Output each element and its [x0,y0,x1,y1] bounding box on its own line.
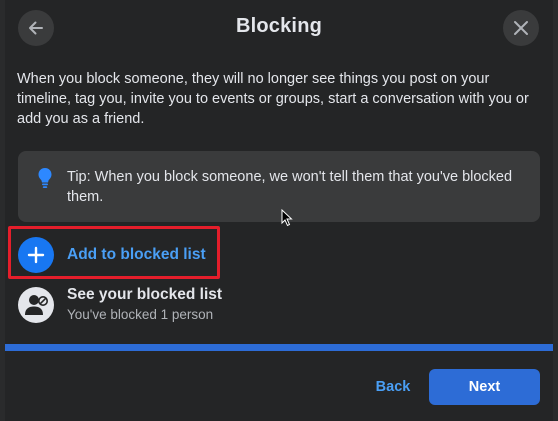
mouse-cursor-icon [281,208,293,232]
progress-bar [5,344,553,351]
blocking-description: When you block someone, they will no lon… [17,71,529,127]
close-icon [514,21,528,35]
blocked-user-avatar [18,287,54,323]
close-button[interactable] [503,10,539,46]
blocked-user-icon [25,295,48,315]
tip-text: Tip: When you block someone, we won't te… [67,169,513,205]
see-blocked-list-title[interactable]: See your blocked list [67,286,222,304]
blocked-count-text: You've blocked 1 person [67,307,214,322]
lightbulb-icon [37,167,53,194]
dialog-footer: Back Next [5,351,553,421]
red-highlight-box [8,226,220,279]
next-button[interactable]: Next [429,369,540,405]
back-button[interactable]: Back [360,369,426,405]
blocking-dialog: Blocking When you block someone, they wi… [5,0,553,421]
see-blocked-list-row[interactable]: See your blocked list You've blocked 1 p… [5,280,553,330]
progress-bar-fill [5,344,553,351]
dialog-title: Blocking [235,15,323,37]
dialog-header: Blocking [5,0,553,56]
tip-box: Tip: When you block someone, we won't te… [18,151,540,222]
